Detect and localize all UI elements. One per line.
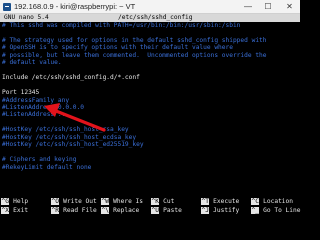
red-arrow-annotation: [44, 103, 106, 132]
